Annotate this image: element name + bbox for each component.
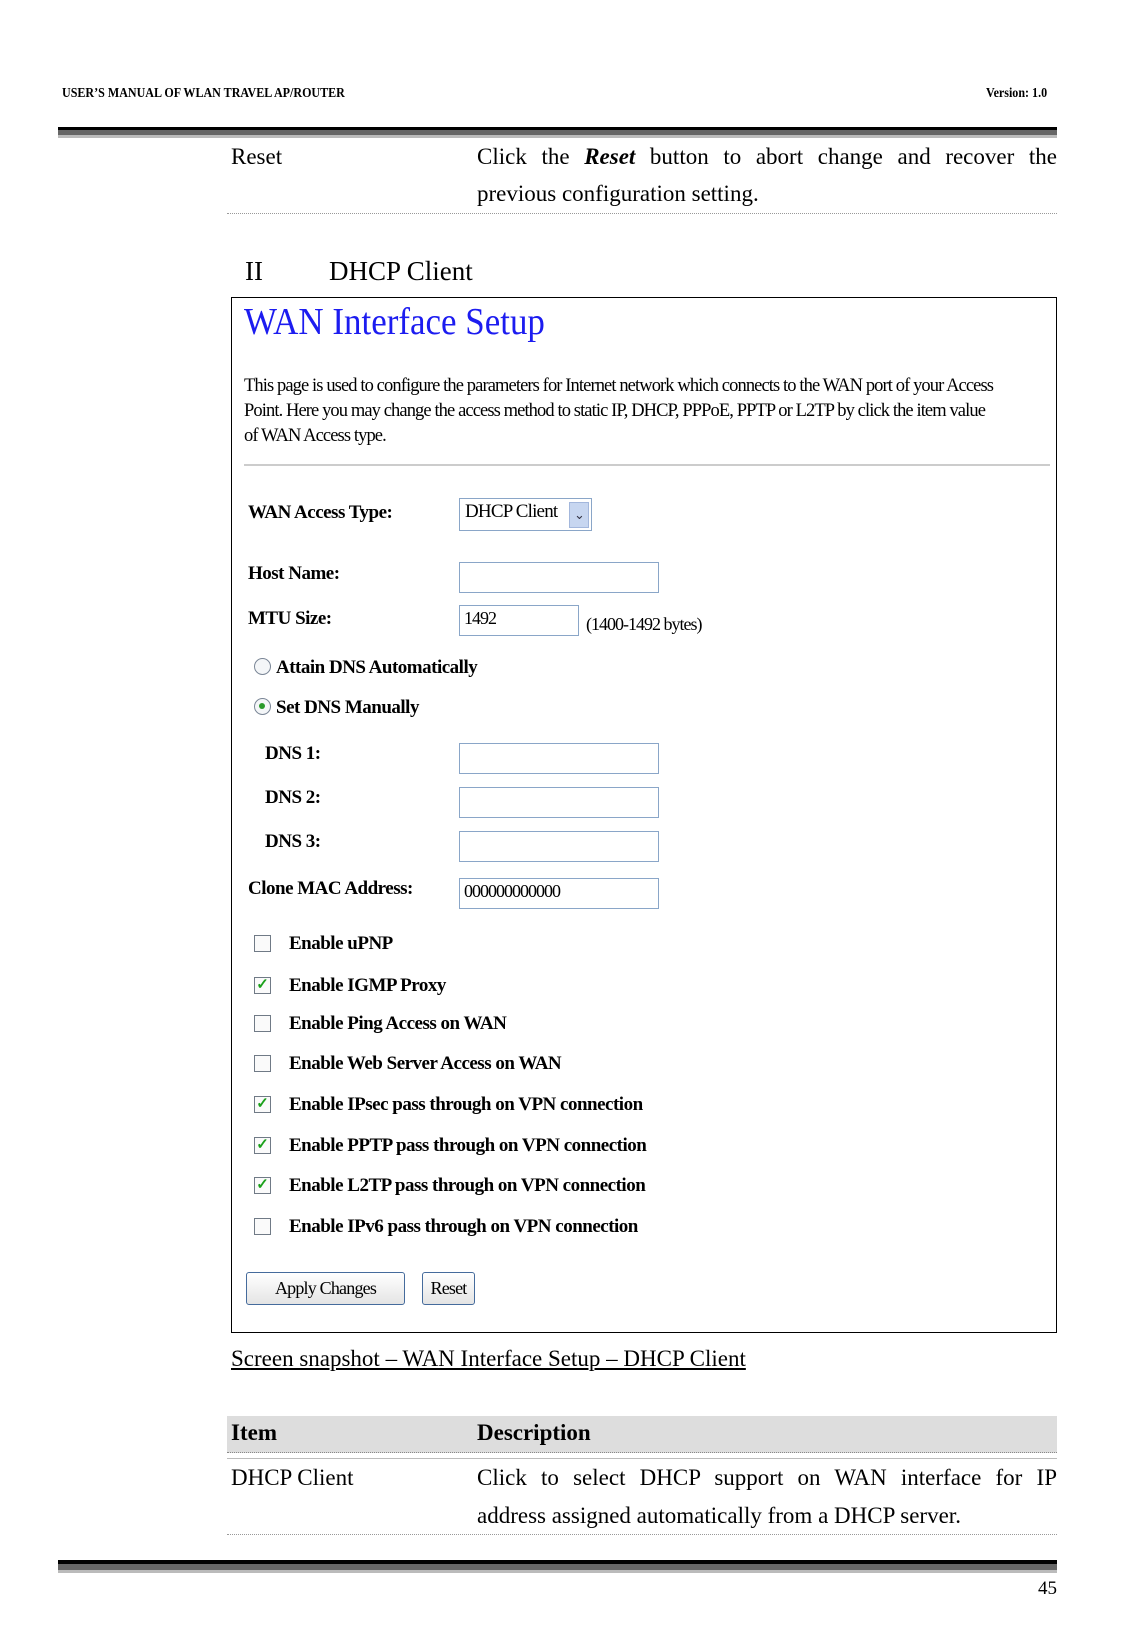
dns3-label: DNS 3: bbox=[265, 831, 321, 852]
check-icon: ✓ bbox=[256, 1137, 269, 1153]
checkbox-label: Enable IGMP Proxy bbox=[289, 975, 446, 996]
checkbox-label: Enable IPsec pass through on VPN connect… bbox=[289, 1094, 643, 1115]
dns-auto-label: Attain DNS Automatically bbox=[276, 657, 478, 678]
checkbox[interactable]: ✓ bbox=[254, 1137, 271, 1154]
reset-description: Click the Reset button to abort change a… bbox=[477, 144, 1057, 169]
section-title: DHCP Client bbox=[329, 256, 473, 286]
check-icon: ✓ bbox=[256, 1177, 269, 1193]
divider bbox=[244, 464, 1050, 466]
dns2-label: DNS 2: bbox=[265, 787, 321, 808]
checkbox-label: Enable PPTP pass through on VPN connecti… bbox=[289, 1135, 647, 1156]
reset-description-line2: previous configuration setting. bbox=[477, 181, 759, 206]
table-header-description: Description bbox=[477, 1420, 591, 1445]
table-header bbox=[227, 1416, 1057, 1453]
figure-caption: Screen snapshot – WAN Interface Setup – … bbox=[231, 1346, 746, 1371]
dns-auto-radio[interactable] bbox=[254, 658, 271, 675]
dns-manual-radio[interactable] bbox=[254, 698, 271, 715]
checkbox[interactable] bbox=[254, 1055, 271, 1072]
host-name-label: Host Name: bbox=[248, 563, 340, 584]
mtu-input[interactable]: 1492 bbox=[459, 605, 579, 636]
description-line: Point. Here you may change the access me… bbox=[244, 401, 986, 421]
checkbox-label: Enable L2TP pass through on VPN connecti… bbox=[289, 1175, 646, 1196]
mtu-hint: (1400-1492 bytes) bbox=[586, 614, 702, 634]
dns1-label: DNS 1: bbox=[265, 743, 321, 764]
check-icon: ✓ bbox=[256, 977, 269, 993]
dns1-input[interactable] bbox=[459, 743, 659, 774]
page-title: WAN Interface Setup bbox=[244, 301, 545, 343]
checkbox[interactable] bbox=[254, 935, 271, 952]
divider bbox=[227, 1458, 1057, 1459]
checkbox[interactable]: ✓ bbox=[254, 1096, 271, 1113]
checkbox[interactable] bbox=[254, 1218, 271, 1235]
wan-access-type-select[interactable]: DHCP Client ⌄ bbox=[459, 498, 592, 531]
checkbox[interactable]: ✓ bbox=[254, 977, 271, 994]
wan-access-type-label: WAN Access Type: bbox=[248, 502, 393, 523]
clone-mac-input[interactable]: 000000000000 bbox=[459, 878, 659, 909]
manual-title: USER’S MANUAL OF WLAN TRAVEL AP/ROUTER bbox=[62, 86, 345, 101]
checkbox-label: Enable Ping Access on WAN bbox=[289, 1013, 507, 1034]
clone-mac-label: Clone MAC Address: bbox=[248, 878, 413, 899]
checkbox-label: Enable uPNP bbox=[289, 933, 393, 954]
chevron-down-icon: ⌄ bbox=[569, 502, 589, 528]
table-cell-item: DHCP Client bbox=[231, 1465, 354, 1490]
row-divider bbox=[227, 1534, 1057, 1535]
row-divider bbox=[227, 213, 1057, 214]
check-icon: ✓ bbox=[256, 1096, 269, 1112]
mtu-label: MTU Size: bbox=[248, 608, 332, 629]
reset-item: Reset bbox=[231, 144, 283, 169]
table-cell-description-line2: address assigned automatically from a DH… bbox=[477, 1503, 961, 1528]
table-cell-description: Click to select DHCP support on WAN inte… bbox=[477, 1465, 1057, 1490]
checkbox[interactable]: ✓ bbox=[254, 1177, 271, 1194]
table-header-item: Item bbox=[231, 1420, 277, 1445]
dns3-input[interactable] bbox=[459, 831, 659, 862]
dns2-input[interactable] bbox=[459, 787, 659, 818]
apply-changes-button[interactable]: Apply Changes bbox=[246, 1272, 405, 1305]
description-line: of WAN Access type. bbox=[244, 426, 387, 446]
reset-button[interactable]: Reset bbox=[422, 1272, 475, 1305]
description-line: This page is used to configure the param… bbox=[244, 376, 994, 396]
page-number: 45 bbox=[1038, 1578, 1057, 1599]
version: Version: 1.0 bbox=[985, 86, 1048, 101]
section-number: II bbox=[245, 256, 263, 286]
wan-setup-screenshot: WAN Interface Setup This page is used to… bbox=[231, 297, 1057, 1333]
dns-manual-label: Set DNS Manually bbox=[276, 697, 419, 718]
checkbox-label: Enable IPv6 pass through on VPN connecti… bbox=[289, 1216, 638, 1237]
checkbox-label: Enable Web Server Access on WAN bbox=[289, 1053, 562, 1074]
host-name-input[interactable] bbox=[459, 562, 659, 593]
checkbox[interactable] bbox=[254, 1015, 271, 1032]
